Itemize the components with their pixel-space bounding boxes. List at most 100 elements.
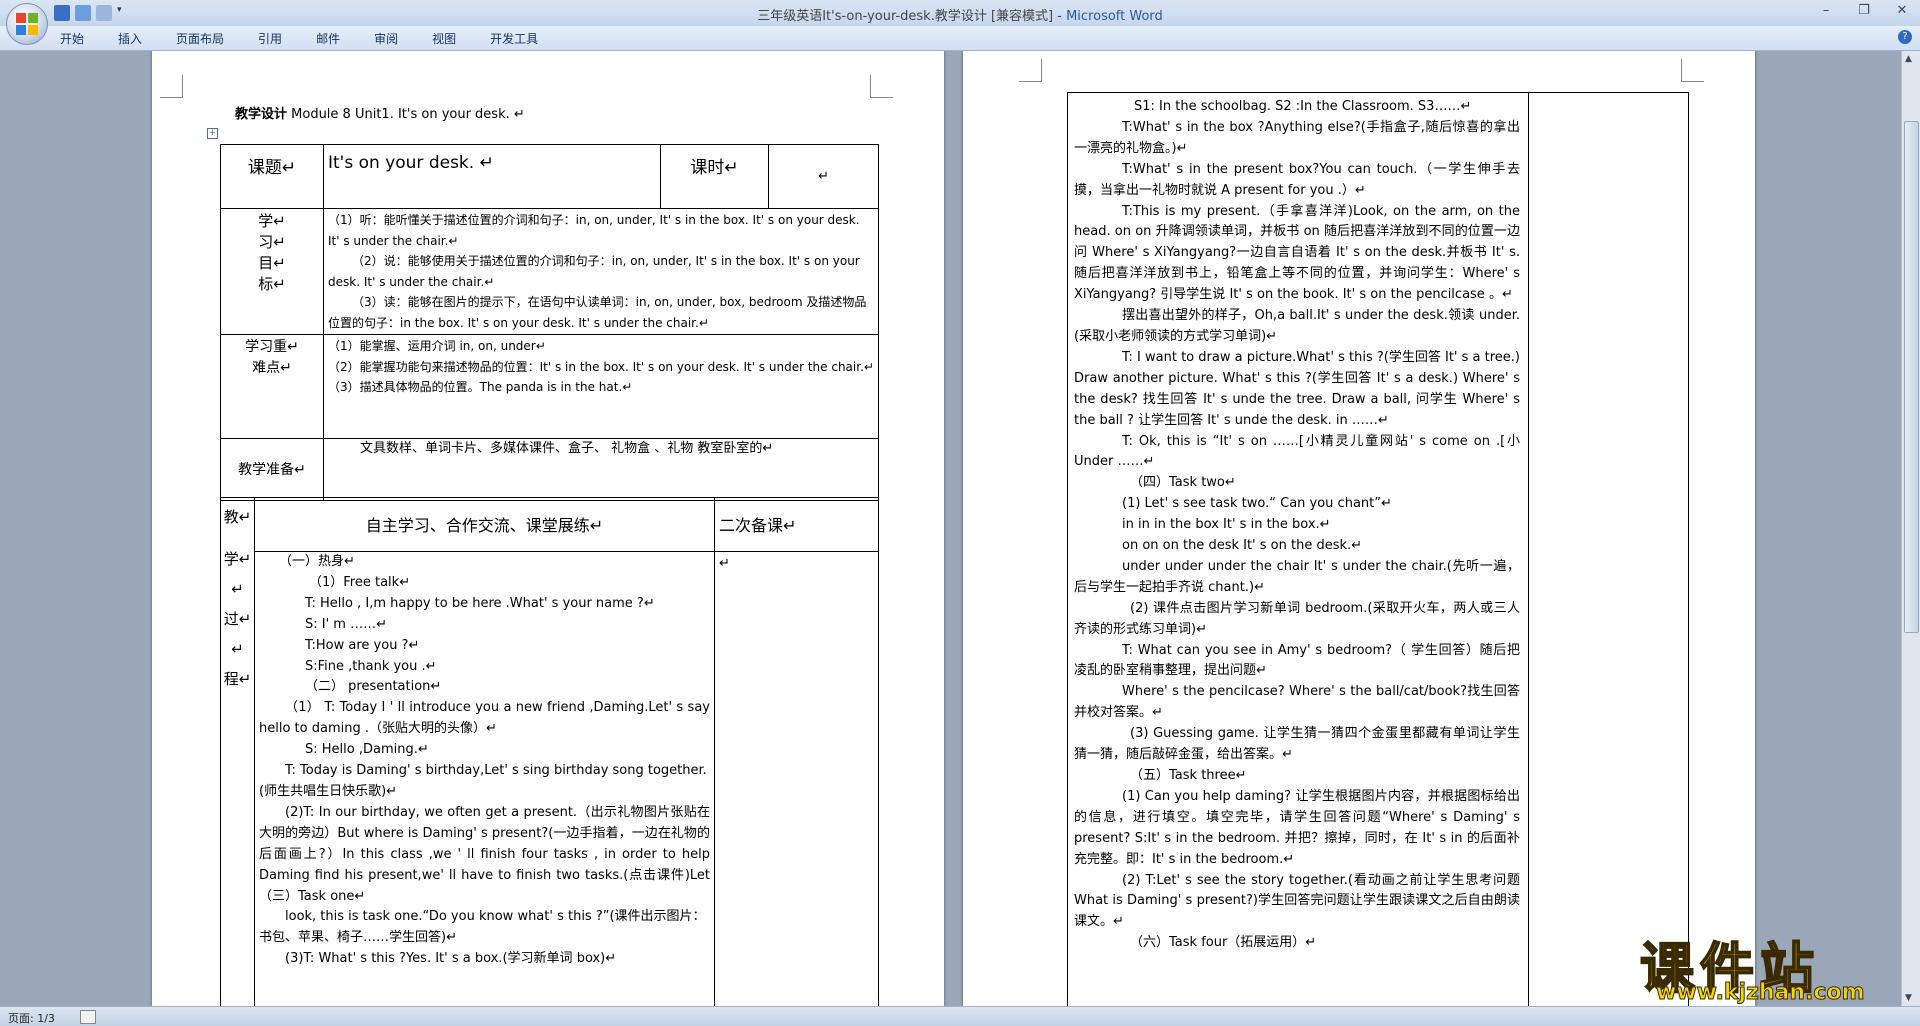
ribbon-tab[interactable]: 邮件	[316, 30, 340, 47]
process-header: 自主学习、合作交流、课堂展练↵	[254, 497, 715, 552]
goal-label-char: 目↵	[258, 254, 286, 272]
page2-line: T: Ok, this is “It' s on ……[小精灵儿童网站' s c…	[1074, 433, 1520, 470]
page2-table-frame: S1: In the schoolbag. S2 :In the Classro…	[1067, 92, 1689, 1006]
goal-label: 学↵ 习↵ 目↵ 标↵	[220, 208, 324, 335]
page2-line: T:What' s in the present box?You can tou…	[1074, 161, 1520, 198]
page2-line: (1) Can you help daming? 让学生根据图片内容，并根据图标…	[1074, 788, 1520, 867]
page2-line: on on on the desk It' s on the desk.↵	[1122, 538, 1363, 554]
ribbon-tab[interactable]: 引用	[258, 30, 282, 47]
page2-line: under under under the chair It' s under …	[1074, 558, 1520, 595]
document-title: 三年级英语It's-on-your-desk.教学设计 [兼容模式] -	[757, 9, 1067, 24]
goal-item: （2）说：能够使用关于描述位置的介词和句子：in, on, under, It'…	[328, 254, 860, 289]
window-controls: – ❐ ✕	[1800, 3, 1914, 21]
margin-corner-mark	[1681, 59, 1704, 82]
key-points-label: 学习重↵ 难点↵	[220, 334, 324, 439]
page2-line: （四）Task two↵	[1130, 475, 1236, 491]
watermark-url: www.kjzhan.com	[1656, 980, 1866, 1006]
page2-line: in in in the box It' s in the box.↵	[1122, 517, 1331, 533]
page2-line: Where' s the pencilcase? Where' s the ba…	[1074, 684, 1520, 721]
document-workspace[interactable]: 教学设计 Module 8 Unit1. It's on your desk. …	[0, 51, 1902, 1006]
topic-value: It's on your desk. ↵	[323, 144, 661, 209]
ribbon: 开始 插入 页面布局 引用 邮件 审阅 视图 开发工具 ?	[0, 26, 1920, 51]
goal-label-char: 标↵	[258, 275, 286, 293]
page2-line: 摆出喜出望外的样子，Oh,a ball.It' s under the desk…	[1074, 308, 1520, 344]
process-line: look, this is task one.“Do you know what…	[259, 909, 706, 946]
process-line: S: I' m ……↵	[305, 616, 387, 632]
table-move-handle-icon[interactable]: +	[207, 128, 218, 139]
page2-line: (2) 课件点击图片学习新单词 bedroom.(采取开火车，两人或三人齐读的形…	[1074, 600, 1520, 637]
process-line: T: Today is Daming' s birthday,Let' s si…	[259, 763, 707, 799]
key-points: （1）能掌握、运用介词 in, on, under↵ （2）能掌握功能句来描述物…	[323, 334, 879, 439]
minimize-button[interactable]: –	[1814, 3, 1838, 21]
prep-label: 教学准备↵	[220, 438, 324, 501]
second-prep-header: 二次备课↵	[714, 497, 879, 552]
page2-line: T:What' s in the box ?Anything else?(手指盒…	[1074, 119, 1520, 156]
office-button[interactable]	[6, 3, 48, 45]
process-line: T: Hello , I,m happy to be here .What' s…	[305, 595, 655, 611]
goal-label-char: 习↵	[258, 233, 286, 251]
side-label-char: 程↵	[223, 670, 252, 688]
window-title: 三年级英语It's-on-your-desk.教学设计 [兼容模式] - Mic…	[0, 5, 1920, 24]
goal-item: （3）读：能够在图片的提示下，在语句中认读单词：in, on, under, b…	[328, 295, 867, 330]
process-line: (3)T: What' s this ?Yes. It' s a box.(学习…	[285, 951, 617, 967]
period-label: 课时↵	[660, 144, 769, 209]
ribbon-tab[interactable]: 审阅	[374, 30, 398, 47]
side-label-char: 学↵	[223, 550, 252, 568]
process-line: S:Fine ,thank you .↵	[305, 658, 437, 674]
close-button[interactable]: ✕	[1890, 3, 1914, 21]
process-side-label: 教↵ 学↵ ↵ 过↵ ↵ 程↵	[220, 497, 255, 1006]
scrollbar-thumb[interactable]	[1904, 121, 1919, 633]
ribbon-tab[interactable]: 开始	[60, 30, 84, 47]
lesson-info-table: 课题↵ It's on your desk. ↵ 课时↵ ↵ 学↵ 习↵ 目↵ …	[220, 144, 879, 501]
page2-text: S1: In the schoolbag. S2 :In the Classro…	[1074, 97, 1520, 954]
status-bar: 页面: 1/3	[0, 1006, 1920, 1026]
page2-line: (3) Guessing game. 让学生猜一猜四个金蛋里都藏有单词让学生猜一…	[1074, 726, 1520, 763]
process-line: （二） presentation↵	[305, 679, 442, 695]
page2-line: T:This is my present.（手拿喜洋洋)Look, on the…	[1074, 203, 1520, 303]
margin-corner-mark	[1019, 59, 1042, 82]
ribbon-tab[interactable]: 视图	[432, 30, 456, 47]
heading-rest: Module 8 Unit1. It's on your desk. ↵	[287, 107, 525, 122]
prep-value: 文具数样、单词卡片、多媒体课件、盒子、 礼物盒 、礼物 教室卧室的↵	[323, 438, 879, 501]
scroll-down-arrow-icon[interactable]: ▼	[1905, 993, 1912, 1003]
app-name: Microsoft Word	[1066, 9, 1163, 24]
page2-line: T: I want to draw a picture.What' s this…	[1074, 349, 1520, 428]
teaching-process-table: 教↵ 学↵ ↵ 过↵ ↵ 程↵ 自主学习、合作交流、课堂展练↵ 二次备课↵ （一…	[220, 497, 879, 1006]
ribbon-tab[interactable]: 页面布局	[176, 30, 224, 47]
page-indicator[interactable]: 页面: 1/3	[8, 1010, 55, 1026]
page-2: S1: In the schoolbag. S2 :In the Classro…	[963, 51, 1755, 1006]
proofing-icon[interactable]	[80, 1010, 96, 1024]
second-prep-content: ↵	[714, 551, 879, 1006]
title-bar: ▾ 三年级英语It's-on-your-desk.教学设计 [兼容模式] - M…	[0, 0, 1920, 45]
document-heading: 教学设计 Module 8 Unit1. It's on your desk. …	[235, 103, 525, 122]
ribbon-tab[interactable]: 开发工具	[490, 30, 538, 47]
side-label-char: 过↵	[223, 610, 252, 628]
maximize-button[interactable]: ❐	[1852, 3, 1876, 21]
scroll-up-arrow-icon[interactable]: ▲	[1905, 54, 1912, 64]
ribbon-tab[interactable]: 插入	[118, 30, 142, 47]
margin-corner-mark	[870, 75, 893, 98]
process-line: S: Hello ,Daming.↵	[305, 742, 429, 758]
key-label-line: 难点↵	[252, 360, 292, 376]
office-logo-icon	[16, 13, 38, 35]
goal-item: （1）听：能听懂关于描述位置的介词和句子：in, on, under, It' …	[328, 213, 860, 248]
topic-label: 课题↵	[220, 144, 324, 209]
process-line: T:How are you ?↵	[305, 637, 420, 653]
ribbon-tabs: 开始 插入 页面布局 引用 邮件 审阅 视图 开发工具	[60, 30, 572, 47]
help-icon[interactable]: ?	[1898, 30, 1912, 44]
page2-line: (2) T:Let' s see the story together.(看动画…	[1074, 872, 1520, 930]
side-label-char: ↵	[231, 580, 244, 598]
heading-bold: 教学设计	[235, 107, 288, 122]
goal-label-char: 学↵	[258, 212, 286, 230]
margin-corner-mark	[160, 75, 183, 98]
vertical-scrollbar[interactable]: ▲ ▼	[1901, 51, 1920, 1006]
period-value: ↵	[768, 144, 879, 209]
page2-line: （六）Task four（拓展运用）↵	[1130, 935, 1317, 951]
key-item: （2）能掌握功能句来描述物品的位置：It' s in the box. It' …	[328, 359, 874, 374]
watermark-logo: 课件站 www.kjzhan.com	[1639, 924, 1900, 1006]
page2-line: （五）Task three↵	[1130, 768, 1247, 783]
page2-line: (1) Let' s see task two.“ Can you chant”…	[1122, 496, 1392, 512]
key-label-line: 学习重↵	[245, 339, 299, 355]
process-line: （一）热身↵	[279, 554, 355, 569]
